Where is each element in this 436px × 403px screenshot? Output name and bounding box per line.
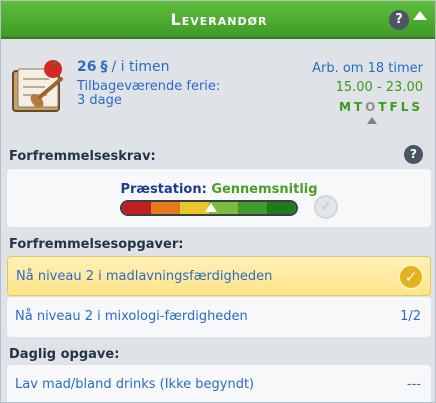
meter-segment [267, 202, 296, 214]
work-hours: 15.00 - 23.00 [335, 80, 423, 95]
career-title: Leverandør [170, 10, 268, 29]
pay-rate: 26 § / i timen [77, 59, 170, 75]
day-letter: T [378, 100, 390, 114]
today-marker-icon [367, 117, 377, 124]
daily-task-status: --- [406, 377, 421, 392]
career-panel: Leverandør ? 26 § / i timen Tilbageværende… [0, 0, 436, 403]
task-row[interactable]: Nå niveau 2 i mixologi-færdigheden 1/2 [7, 297, 431, 337]
pay-amount: 26 [77, 59, 97, 75]
vacation-days: 3 dage [77, 93, 122, 108]
chef-book-icon [12, 60, 63, 112]
help-icon[interactable]: ? [389, 10, 409, 30]
work-days: MTOTFLS [339, 100, 423, 114]
simoleon-icon: § [100, 59, 108, 75]
day-letter: O [365, 100, 379, 114]
performance-label: Præstation: Gennemsnitlig [7, 182, 431, 197]
promotion-requirements-title: Forfremmelseskrav: [9, 149, 156, 164]
daily-task-title: Daglig opgave: [9, 347, 120, 362]
promotion-tasks-title: Forfremmelsesopgaver: [9, 237, 184, 252]
daily-task-text: Lav mad/bland drinks (Ikke begyndt) [15, 377, 255, 392]
meter-segment [122, 202, 151, 214]
promotion-help-icon[interactable]: ? [404, 145, 423, 164]
completed-check-icon: ✓ [398, 264, 424, 290]
next-work-time: Arb. om 18 timer [312, 61, 423, 76]
vacation-label: Tilbageværende ferie: [77, 79, 221, 94]
performance-box: Præstation: Gennemsnitlig ✓ [7, 169, 431, 227]
task-text: Nå niveau 2 i mixologi-færdigheden [15, 309, 248, 324]
day-letter: T [353, 100, 366, 114]
task-text: Nå niveau 2 i madlavningsfærdigheden [16, 269, 273, 284]
pay-unit: / i timen [111, 59, 170, 75]
daily-task-row[interactable]: Lav mad/bland drinks (Ikke begyndt) --- [7, 365, 431, 402]
performance-key: Præstation: [120, 182, 207, 197]
performance-value: Gennemsnitlig [211, 182, 318, 197]
performance-marker-icon [205, 203, 217, 212]
day-letter: S [411, 100, 423, 114]
task-progress: 1/2 [400, 309, 421, 324]
day-letter: F [389, 100, 401, 114]
day-letter: M [338, 100, 354, 114]
meter-segment [238, 202, 267, 214]
meter-segment [151, 202, 180, 214]
day-letter: L [400, 100, 412, 114]
collapse-arrow-icon[interactable] [413, 11, 427, 20]
check-icon: ✓ [314, 195, 338, 219]
task-row[interactable]: Nå niveau 2 i madlavningsfærdigheden ✓ [7, 256, 431, 296]
career-header: Leverandør ? [1, 1, 435, 39]
